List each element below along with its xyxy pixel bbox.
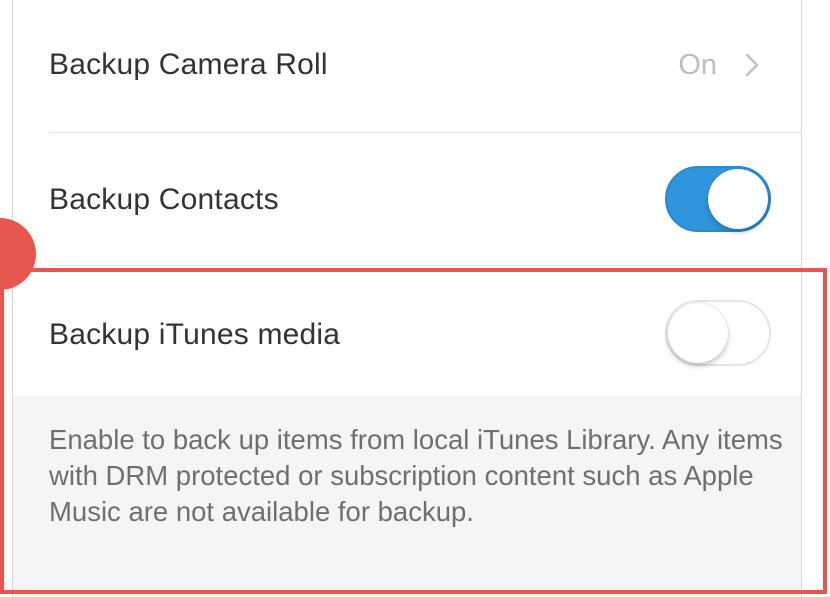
toggle-knob <box>668 303 728 363</box>
backup-camera-roll-label: Backup Camera Roll <box>49 48 328 81</box>
backup-camera-roll-row[interactable]: Backup Camera Roll On <box>13 0 801 133</box>
backup-itunes-media-toggle[interactable] <box>665 300 771 366</box>
toggle-knob <box>708 169 768 229</box>
itunes-media-footer: Enable to back up items from local iTune… <box>13 396 801 597</box>
backup-settings-panel: Backup Camera Roll On Backup Contacts Ba… <box>12 0 802 597</box>
backup-contacts-row: Backup Contacts <box>13 133 801 266</box>
backup-contacts-label: Backup Contacts <box>49 183 279 216</box>
backup-itunes-media-row: Backup iTunes media <box>13 266 801 396</box>
chevron-right-icon <box>745 53 759 77</box>
backup-contacts-toggle[interactable] <box>665 166 771 232</box>
backup-itunes-media-label: Backup iTunes media <box>49 318 341 351</box>
screenshot-canvas: Backup Camera Roll On Backup Contacts Ba… <box>0 0 830 597</box>
itunes-media-footer-text: Enable to back up items from local iTune… <box>49 424 783 527</box>
backup-camera-roll-value: On <box>678 49 717 81</box>
